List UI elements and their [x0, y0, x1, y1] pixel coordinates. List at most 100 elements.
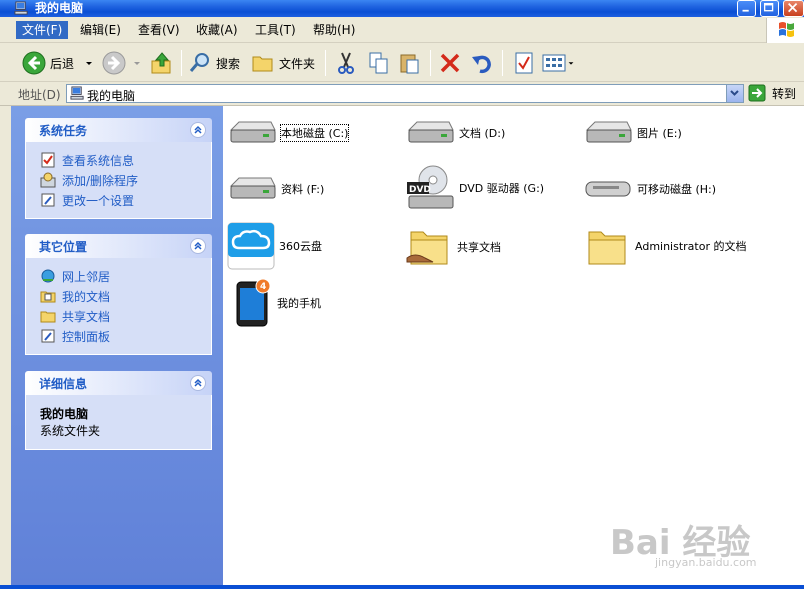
- hard-drive-icon: [229, 121, 276, 143]
- forward-arrow-icon: [102, 51, 126, 75]
- collapse-icon[interactable]: [190, 122, 206, 138]
- minimize-button[interactable]: [737, 0, 756, 17]
- forward-button[interactable]: [102, 49, 142, 77]
- chevron-down-icon[interactable]: [84, 58, 94, 68]
- search-icon: [189, 53, 209, 72]
- shared-folder-icon: [406, 231, 448, 265]
- drive-g-dvd[interactable]: DVD DVD 驱动器 (G:): [405, 164, 544, 212]
- delete-button[interactable]: [438, 49, 462, 77]
- menu-edit[interactable]: 编辑(E): [74, 21, 127, 39]
- paste-button[interactable]: [398, 49, 422, 77]
- title-bar: 我的电脑: [0, 0, 804, 17]
- chevron-down-icon: [730, 90, 739, 96]
- hard-drive-icon: [585, 121, 632, 143]
- menu-file[interactable]: 文件(F): [16, 21, 69, 39]
- system-tasks-panel: 系统任务 查看系统信息 添加/删除程序 更改一个设置: [25, 118, 212, 219]
- toolbar-separator: [181, 50, 182, 76]
- windows-logo: [766, 18, 804, 43]
- drive-c[interactable]: 本地磁盘 (C:): [227, 118, 350, 148]
- delete-x-icon: [440, 53, 460, 73]
- phone-icon: 4: [236, 278, 271, 327]
- svg-text:DVD: DVD: [409, 185, 431, 195]
- window-title: 我的电脑: [35, 1, 84, 15]
- address-dropdown-button[interactable]: [726, 85, 743, 102]
- system-tasks-header[interactable]: 系统任务: [25, 118, 212, 142]
- menu-tools[interactable]: 工具(T): [249, 21, 302, 39]
- add-remove-programs-icon: [40, 172, 56, 188]
- copy-button[interactable]: [367, 49, 391, 77]
- administrator-documents[interactable]: Administrator 的文档: [583, 224, 755, 270]
- close-button[interactable]: [783, 0, 804, 17]
- menu-favorites[interactable]: 收藏(A): [190, 21, 244, 39]
- drive-e[interactable]: 图片 (E:): [583, 118, 682, 148]
- menu-help[interactable]: 帮助(H): [307, 21, 361, 39]
- task-view-system-info[interactable]: 查看系统信息: [40, 150, 211, 170]
- shared-folder-icon: [40, 311, 56, 323]
- go-button[interactable]: 转到: [748, 84, 796, 102]
- details-panel: 详细信息 我的电脑 系统文件夹: [25, 371, 212, 450]
- copy-icon: [369, 52, 388, 74]
- address-bar: 地址(D) 我的电脑 转到: [0, 82, 804, 106]
- watermark-url: jingyan.baidu.com: [655, 556, 757, 569]
- collapse-icon[interactable]: [190, 238, 206, 254]
- details-header[interactable]: 详细信息: [25, 371, 212, 395]
- shared-documents[interactable]: 共享文档: [405, 224, 501, 270]
- task-pane: 系统任务 查看系统信息 添加/删除程序 更改一个设置 其它位置 网上邻居 我的文…: [11, 106, 223, 585]
- drive-h-removable[interactable]: 可移动磁盘 (H:): [583, 174, 716, 204]
- control-panel-icon: [41, 329, 55, 343]
- views-button[interactable]: [541, 49, 575, 77]
- chevron-down-icon[interactable]: [132, 58, 142, 68]
- hard-drive-icon: [229, 177, 276, 199]
- go-arrow-icon: [748, 84, 766, 102]
- hard-drive-icon: [407, 121, 454, 143]
- place-control-panel[interactable]: 控制面板: [40, 326, 211, 346]
- collapse-icon[interactable]: [190, 375, 206, 391]
- task-change-setting[interactable]: 更改一个设置: [40, 190, 211, 210]
- cut-button[interactable]: [334, 49, 358, 77]
- drive-f[interactable]: 资料 (F:): [227, 174, 324, 204]
- window-frame-bottom: [0, 585, 804, 589]
- folders-button[interactable]: 文件夹: [251, 49, 315, 77]
- place-network[interactable]: 网上邻居: [40, 266, 211, 286]
- properties-button[interactable]: [512, 49, 536, 77]
- toolbar-separator: [325, 50, 326, 76]
- cloud-drive-icon: [227, 222, 275, 270]
- documents-folder-icon: [40, 291, 56, 303]
- back-button[interactable]: 后退: [22, 49, 94, 77]
- toolbar-separator: [502, 50, 503, 76]
- removable-disk-icon: [585, 181, 631, 197]
- views-grid-icon: [542, 54, 566, 72]
- menu-bar: 文件(F) 编辑(E) 查看(V) 收藏(A) 工具(T) 帮助(H): [0, 17, 804, 43]
- my-computer-icon: [70, 86, 84, 100]
- other-places-panel: 其它位置 网上邻居 我的文档 共享文档 控制面板: [25, 234, 212, 355]
- cloud-drive-360[interactable]: 360云盘: [227, 222, 322, 270]
- toolbar: 后退 搜索 文件夹: [0, 44, 804, 82]
- menu-view[interactable]: 查看(V): [132, 21, 186, 39]
- search-button[interactable]: 搜索: [188, 49, 240, 77]
- undo-button[interactable]: [470, 49, 494, 77]
- up-folder-button[interactable]: [150, 49, 174, 77]
- control-panel-icon: [41, 193, 55, 207]
- my-phone[interactable]: 4 我的手机: [233, 278, 321, 328]
- other-places-header[interactable]: 其它位置: [25, 234, 212, 258]
- address-input[interactable]: 我的电脑: [66, 84, 744, 103]
- task-add-remove-programs[interactable]: 添加/删除程序: [40, 170, 211, 190]
- place-my-documents[interactable]: 我的文档: [40, 286, 211, 306]
- file-view: 本地磁盘 (C:) 文档 (D:) 图片 (E:) 资料 (F:) DVD DV…: [223, 106, 804, 585]
- toolbar-separator: [430, 50, 431, 76]
- svg-text:4: 4: [260, 282, 266, 292]
- my-computer-icon: [14, 1, 28, 15]
- chevron-down-icon[interactable]: [567, 58, 575, 68]
- back-arrow-icon: [22, 51, 46, 75]
- folder-icon: [588, 231, 626, 265]
- system-info-icon: [41, 152, 55, 168]
- maximize-button[interactable]: [760, 0, 779, 17]
- place-shared-documents[interactable]: 共享文档: [40, 306, 211, 326]
- dvd-drive-icon: DVD: [407, 165, 454, 209]
- details-name: 我的电脑: [40, 407, 89, 421]
- windows-flag-icon: [779, 22, 794, 37]
- properties-icon: [515, 52, 533, 74]
- folder-icon: [252, 56, 273, 72]
- scissors-icon: [338, 52, 354, 74]
- drive-d[interactable]: 文档 (D:): [405, 118, 505, 148]
